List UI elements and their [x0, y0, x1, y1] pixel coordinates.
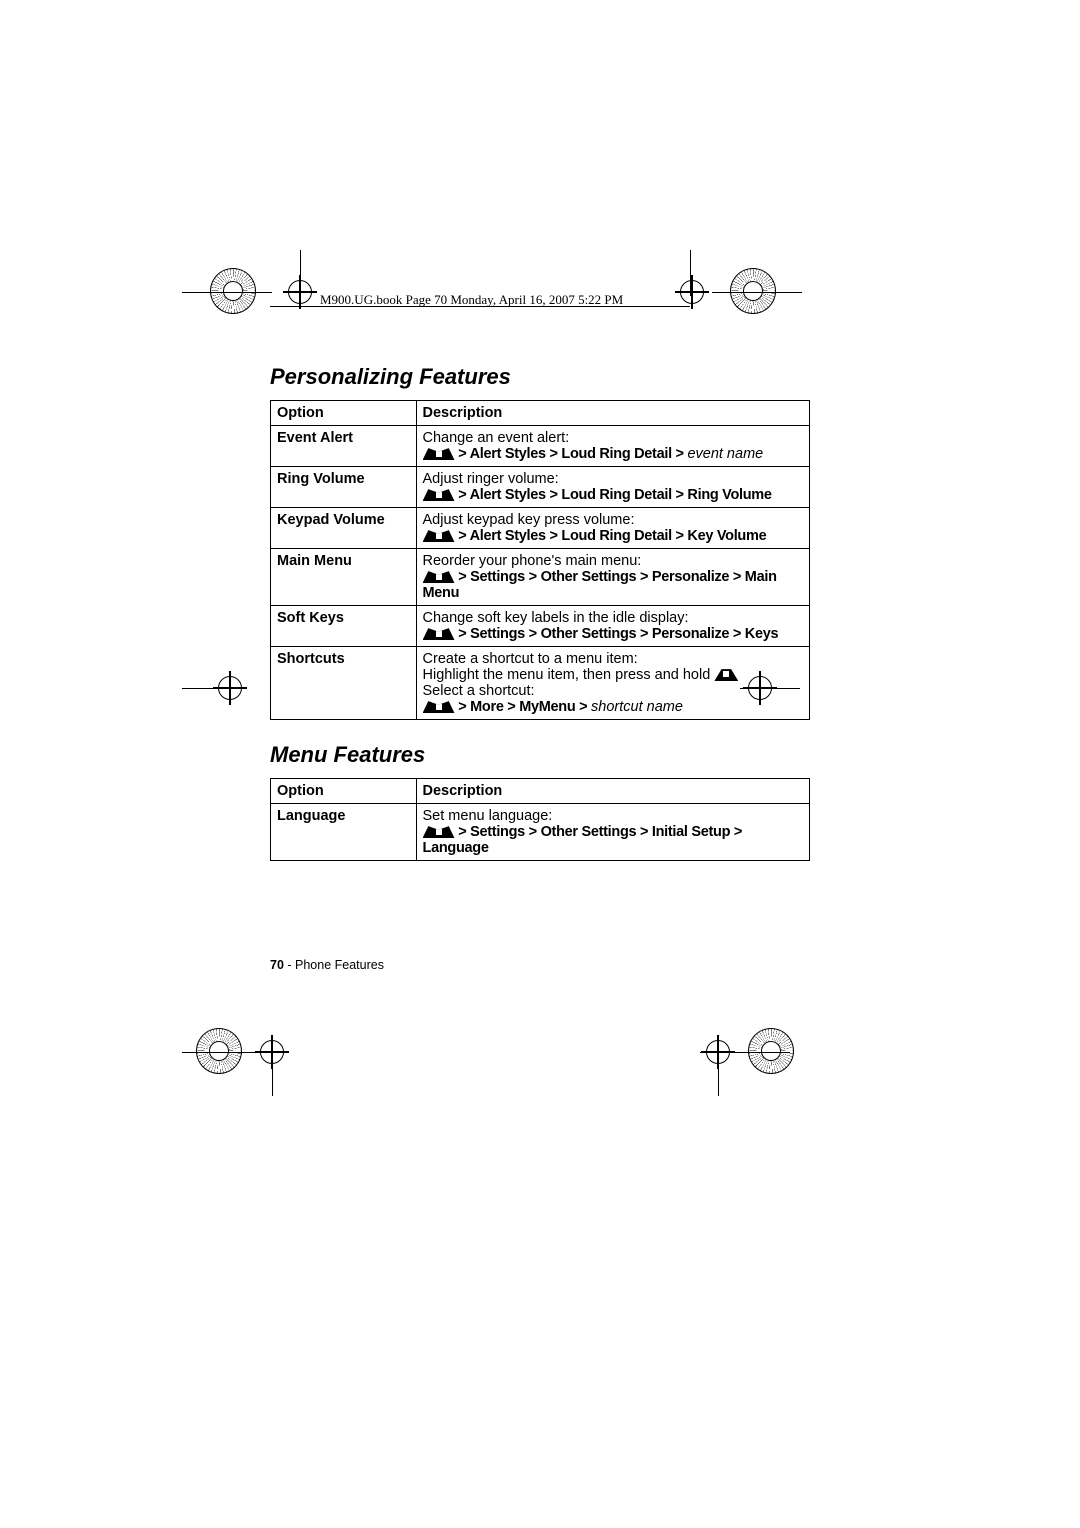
- page-number: 70: [270, 958, 284, 972]
- desc-text: Change soft key labels in the idle displ…: [423, 610, 689, 626]
- description-cell: Set menu language: > Settings > Other Se…: [416, 804, 809, 861]
- crop-line: [700, 1052, 790, 1053]
- menu-icon: [423, 571, 455, 583]
- menu-icon: [423, 701, 455, 713]
- desc-text: Set menu language:: [423, 808, 553, 824]
- table-row: Soft Keys Change soft key labels in the …: [271, 606, 810, 647]
- desc-text: Highlight the menu item, then press and …: [423, 667, 711, 683]
- menu-path: > Settings > Other Settings > Personaliz…: [423, 569, 777, 601]
- menu-path-variable: shortcut name: [591, 699, 683, 715]
- crop-line: [182, 1052, 272, 1053]
- page-footer: 70 - Phone Features: [270, 958, 384, 972]
- col-description: Description: [416, 779, 809, 804]
- menu-table: Option Description Language Set menu lan…: [270, 778, 810, 861]
- menu-path: > Settings > Other Settings > Personaliz…: [455, 626, 779, 642]
- crop-line: [182, 688, 242, 689]
- description-cell: Adjust ringer volume: > Alert Styles > L…: [416, 467, 809, 508]
- menu-icon: [423, 826, 455, 838]
- crop-line: [718, 1060, 719, 1096]
- desc-text: Adjust keypad key press volume:: [423, 512, 635, 528]
- option-cell: Main Menu: [271, 549, 417, 606]
- col-option: Option: [271, 401, 417, 426]
- menu-path: > More > MyMenu >: [455, 699, 592, 715]
- table-row: Shortcuts Create a shortcut to a menu it…: [271, 647, 810, 720]
- table-header-row: Option Description: [271, 779, 810, 804]
- option-cell: Language: [271, 804, 417, 861]
- menu-icon: [423, 448, 455, 460]
- table-row: Keypad Volume Adjust keypad key press vo…: [271, 508, 810, 549]
- menu-path: > Settings > Other Settings > Initial Se…: [423, 824, 743, 856]
- table-row: Main Menu Reorder your phone's main menu…: [271, 549, 810, 606]
- menu-path-variable: event name: [687, 446, 763, 462]
- description-cell: Create a shortcut to a menu item: Highli…: [416, 647, 809, 720]
- menu-icon: [423, 530, 455, 542]
- description-cell: Change soft key labels in the idle displ…: [416, 606, 809, 647]
- menu-path: > Alert Styles > Loud Ring Detail >: [455, 446, 688, 462]
- desc-text: Adjust ringer volume:: [423, 471, 559, 487]
- menu-path: > Alert Styles > Loud Ring Detail > Key …: [455, 528, 767, 544]
- table-header-row: Option Description: [271, 401, 810, 426]
- crop-line: [272, 1060, 273, 1096]
- menu-path: > Alert Styles > Loud Ring Detail > Ring…: [455, 487, 772, 503]
- option-cell: Event Alert: [271, 426, 417, 467]
- description-cell: Adjust keypad key press volume: > Alert …: [416, 508, 809, 549]
- description-cell: Reorder your phone's main menu: > Settin…: [416, 549, 809, 606]
- table-row: Event Alert Change an event alert: > Ale…: [271, 426, 810, 467]
- option-cell: Keypad Volume: [271, 508, 417, 549]
- section-title-personalizing: Personalizing Features: [270, 364, 810, 390]
- option-cell: Shortcuts: [271, 647, 417, 720]
- footer-section: - Phone Features: [284, 958, 384, 972]
- section-title-menu: Menu Features: [270, 742, 810, 768]
- personalizing-table: Option Description Event Alert Change an…: [270, 400, 810, 720]
- option-cell: Ring Volume: [271, 467, 417, 508]
- registration-starburst: [748, 1028, 794, 1074]
- registration-starburst: [196, 1028, 242, 1074]
- option-cell: Soft Keys: [271, 606, 417, 647]
- desc-text: Create a shortcut to a menu item:: [423, 651, 638, 667]
- col-description: Description: [416, 401, 809, 426]
- menu-icon: [423, 489, 455, 501]
- desc-text: Reorder your phone's main menu:: [423, 553, 642, 569]
- description-cell: Change an event alert: > Alert Styles > …: [416, 426, 809, 467]
- table-row: Ring Volume Adjust ringer volume: > Aler…: [271, 467, 810, 508]
- col-option: Option: [271, 779, 417, 804]
- hold-key-icon: [714, 669, 738, 681]
- desc-text: Select a shortcut:: [423, 683, 535, 699]
- crop-line: [182, 292, 272, 293]
- table-row: Language Set menu language: > Settings >…: [271, 804, 810, 861]
- registration-starburst: [210, 268, 256, 314]
- desc-text: Change an event alert:: [423, 430, 570, 446]
- menu-icon: [423, 628, 455, 640]
